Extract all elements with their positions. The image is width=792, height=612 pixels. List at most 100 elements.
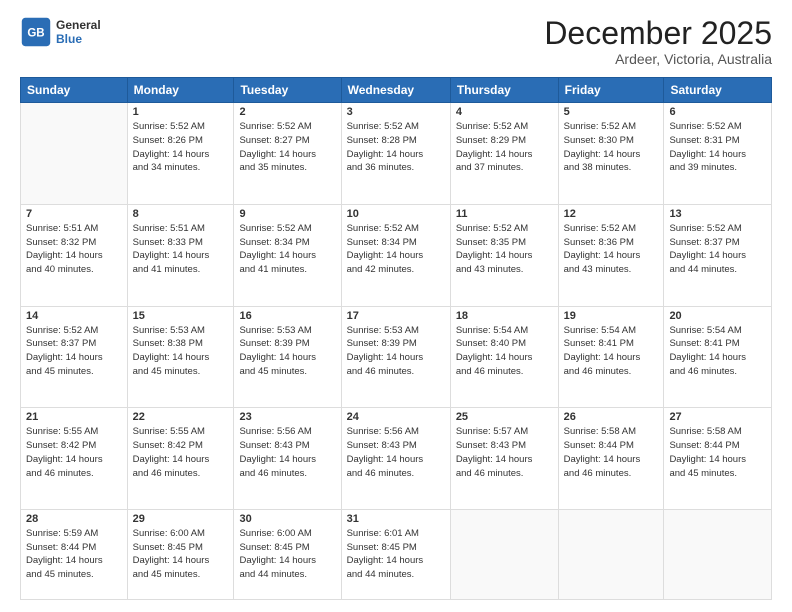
daylight-text: Daylight: 14 hours: [456, 351, 553, 365]
sunset-text: Sunset: 8:45 PM: [133, 541, 229, 555]
daylight-text: Daylight: 14 hours: [133, 351, 229, 365]
sunrise-text: Sunrise: 5:54 AM: [456, 324, 553, 338]
daylight-text: Daylight: 14 hours: [239, 148, 335, 162]
sunset-text: Sunset: 8:40 PM: [456, 337, 553, 351]
daylight-text: Daylight: 14 hours: [26, 351, 122, 365]
daylight-text: Daylight: 14 hours: [239, 249, 335, 263]
day-cell: 15 Sunrise: 5:53 AM Sunset: 8:38 PM Dayl…: [127, 306, 234, 408]
day-cell: 23 Sunrise: 5:56 AM Sunset: 8:43 PM Dayl…: [234, 408, 341, 510]
header-thursday: Thursday: [450, 78, 558, 103]
daylight-minutes: and 46 minutes.: [669, 365, 766, 379]
sunrise-text: Sunrise: 6:00 AM: [133, 527, 229, 541]
day-number: 7: [26, 208, 122, 220]
sunrise-text: Sunrise: 5:55 AM: [26, 425, 122, 439]
daylight-minutes: and 46 minutes.: [456, 365, 553, 379]
day-cell: [21, 103, 128, 205]
month-title: December 2025: [544, 16, 772, 51]
daylight-text: Daylight: 14 hours: [26, 554, 122, 568]
daylight-text: Daylight: 14 hours: [239, 351, 335, 365]
sunrise-text: Sunrise: 5:52 AM: [347, 120, 445, 134]
location-subtitle: Ardeer, Victoria, Australia: [544, 51, 772, 67]
sunset-text: Sunset: 8:34 PM: [347, 236, 445, 250]
daylight-text: Daylight: 14 hours: [669, 249, 766, 263]
sunset-text: Sunset: 8:26 PM: [133, 134, 229, 148]
sunset-text: Sunset: 8:41 PM: [669, 337, 766, 351]
day-cell: 12 Sunrise: 5:52 AM Sunset: 8:36 PM Dayl…: [558, 204, 664, 306]
sunset-text: Sunset: 8:43 PM: [456, 439, 553, 453]
title-area: December 2025 Ardeer, Victoria, Australi…: [544, 16, 772, 67]
sunset-text: Sunset: 8:43 PM: [239, 439, 335, 453]
header-saturday: Saturday: [664, 78, 772, 103]
day-number: 15: [133, 310, 229, 322]
day-cell: 1 Sunrise: 5:52 AM Sunset: 8:26 PM Dayli…: [127, 103, 234, 205]
daylight-minutes: and 41 minutes.: [239, 263, 335, 277]
daylight-minutes: and 40 minutes.: [26, 263, 122, 277]
day-number: 23: [239, 411, 335, 423]
day-number: 26: [564, 411, 659, 423]
day-number: 10: [347, 208, 445, 220]
sunset-text: Sunset: 8:45 PM: [347, 541, 445, 555]
daylight-minutes: and 45 minutes.: [26, 365, 122, 379]
day-cell: 25 Sunrise: 5:57 AM Sunset: 8:43 PM Dayl…: [450, 408, 558, 510]
sunset-text: Sunset: 8:30 PM: [564, 134, 659, 148]
sunset-text: Sunset: 8:44 PM: [26, 541, 122, 555]
sunset-text: Sunset: 8:37 PM: [669, 236, 766, 250]
day-number: 20: [669, 310, 766, 322]
logo-blue: Blue: [56, 32, 101, 46]
daylight-minutes: and 46 minutes.: [564, 467, 659, 481]
day-number: 9: [239, 208, 335, 220]
sunset-text: Sunset: 8:27 PM: [239, 134, 335, 148]
sunrise-text: Sunrise: 5:52 AM: [133, 120, 229, 134]
day-number: 11: [456, 208, 553, 220]
daylight-minutes: and 46 minutes.: [347, 467, 445, 481]
day-number: 5: [564, 106, 659, 118]
daylight-minutes: and 46 minutes.: [133, 467, 229, 481]
daylight-text: Daylight: 14 hours: [564, 148, 659, 162]
sunrise-text: Sunrise: 5:58 AM: [669, 425, 766, 439]
daylight-text: Daylight: 14 hours: [456, 453, 553, 467]
sunset-text: Sunset: 8:36 PM: [564, 236, 659, 250]
sunrise-text: Sunrise: 5:51 AM: [133, 222, 229, 236]
sunrise-text: Sunrise: 5:59 AM: [26, 527, 122, 541]
day-cell: 3 Sunrise: 5:52 AM Sunset: 8:28 PM Dayli…: [341, 103, 450, 205]
header-wednesday: Wednesday: [341, 78, 450, 103]
sunrise-text: Sunrise: 5:56 AM: [347, 425, 445, 439]
day-number: 14: [26, 310, 122, 322]
day-number: 4: [456, 106, 553, 118]
sunrise-text: Sunrise: 5:57 AM: [456, 425, 553, 439]
day-number: 19: [564, 310, 659, 322]
sunset-text: Sunset: 8:33 PM: [133, 236, 229, 250]
day-cell: [450, 509, 558, 599]
day-cell: 29 Sunrise: 6:00 AM Sunset: 8:45 PM Dayl…: [127, 509, 234, 599]
sunset-text: Sunset: 8:37 PM: [26, 337, 122, 351]
daylight-minutes: and 35 minutes.: [239, 161, 335, 175]
sunset-text: Sunset: 8:32 PM: [26, 236, 122, 250]
logo-general: General: [56, 18, 101, 32]
logo-icon: GB: [20, 16, 52, 48]
day-number: 21: [26, 411, 122, 423]
sunrise-text: Sunrise: 5:54 AM: [669, 324, 766, 338]
daylight-text: Daylight: 14 hours: [239, 453, 335, 467]
daylight-text: Daylight: 14 hours: [564, 453, 659, 467]
sunset-text: Sunset: 8:42 PM: [133, 439, 229, 453]
day-cell: 2 Sunrise: 5:52 AM Sunset: 8:27 PM Dayli…: [234, 103, 341, 205]
header-row: Sunday Monday Tuesday Wednesday Thursday…: [21, 78, 772, 103]
day-cell: 30 Sunrise: 6:00 AM Sunset: 8:45 PM Dayl…: [234, 509, 341, 599]
daylight-minutes: and 46 minutes.: [456, 467, 553, 481]
daylight-minutes: and 45 minutes.: [26, 568, 122, 582]
daylight-text: Daylight: 14 hours: [347, 249, 445, 263]
sunrise-text: Sunrise: 5:52 AM: [564, 222, 659, 236]
sunrise-text: Sunrise: 5:52 AM: [26, 324, 122, 338]
sunrise-text: Sunrise: 5:52 AM: [347, 222, 445, 236]
sunset-text: Sunset: 8:43 PM: [347, 439, 445, 453]
sunset-text: Sunset: 8:38 PM: [133, 337, 229, 351]
sunset-text: Sunset: 8:44 PM: [564, 439, 659, 453]
sunrise-text: Sunrise: 5:51 AM: [26, 222, 122, 236]
sunset-text: Sunset: 8:34 PM: [239, 236, 335, 250]
daylight-text: Daylight: 14 hours: [239, 554, 335, 568]
day-cell: 7 Sunrise: 5:51 AM Sunset: 8:32 PM Dayli…: [21, 204, 128, 306]
daylight-minutes: and 43 minutes.: [456, 263, 553, 277]
day-cell: 17 Sunrise: 5:53 AM Sunset: 8:39 PM Dayl…: [341, 306, 450, 408]
header-sunday: Sunday: [21, 78, 128, 103]
day-cell: 21 Sunrise: 5:55 AM Sunset: 8:42 PM Dayl…: [21, 408, 128, 510]
